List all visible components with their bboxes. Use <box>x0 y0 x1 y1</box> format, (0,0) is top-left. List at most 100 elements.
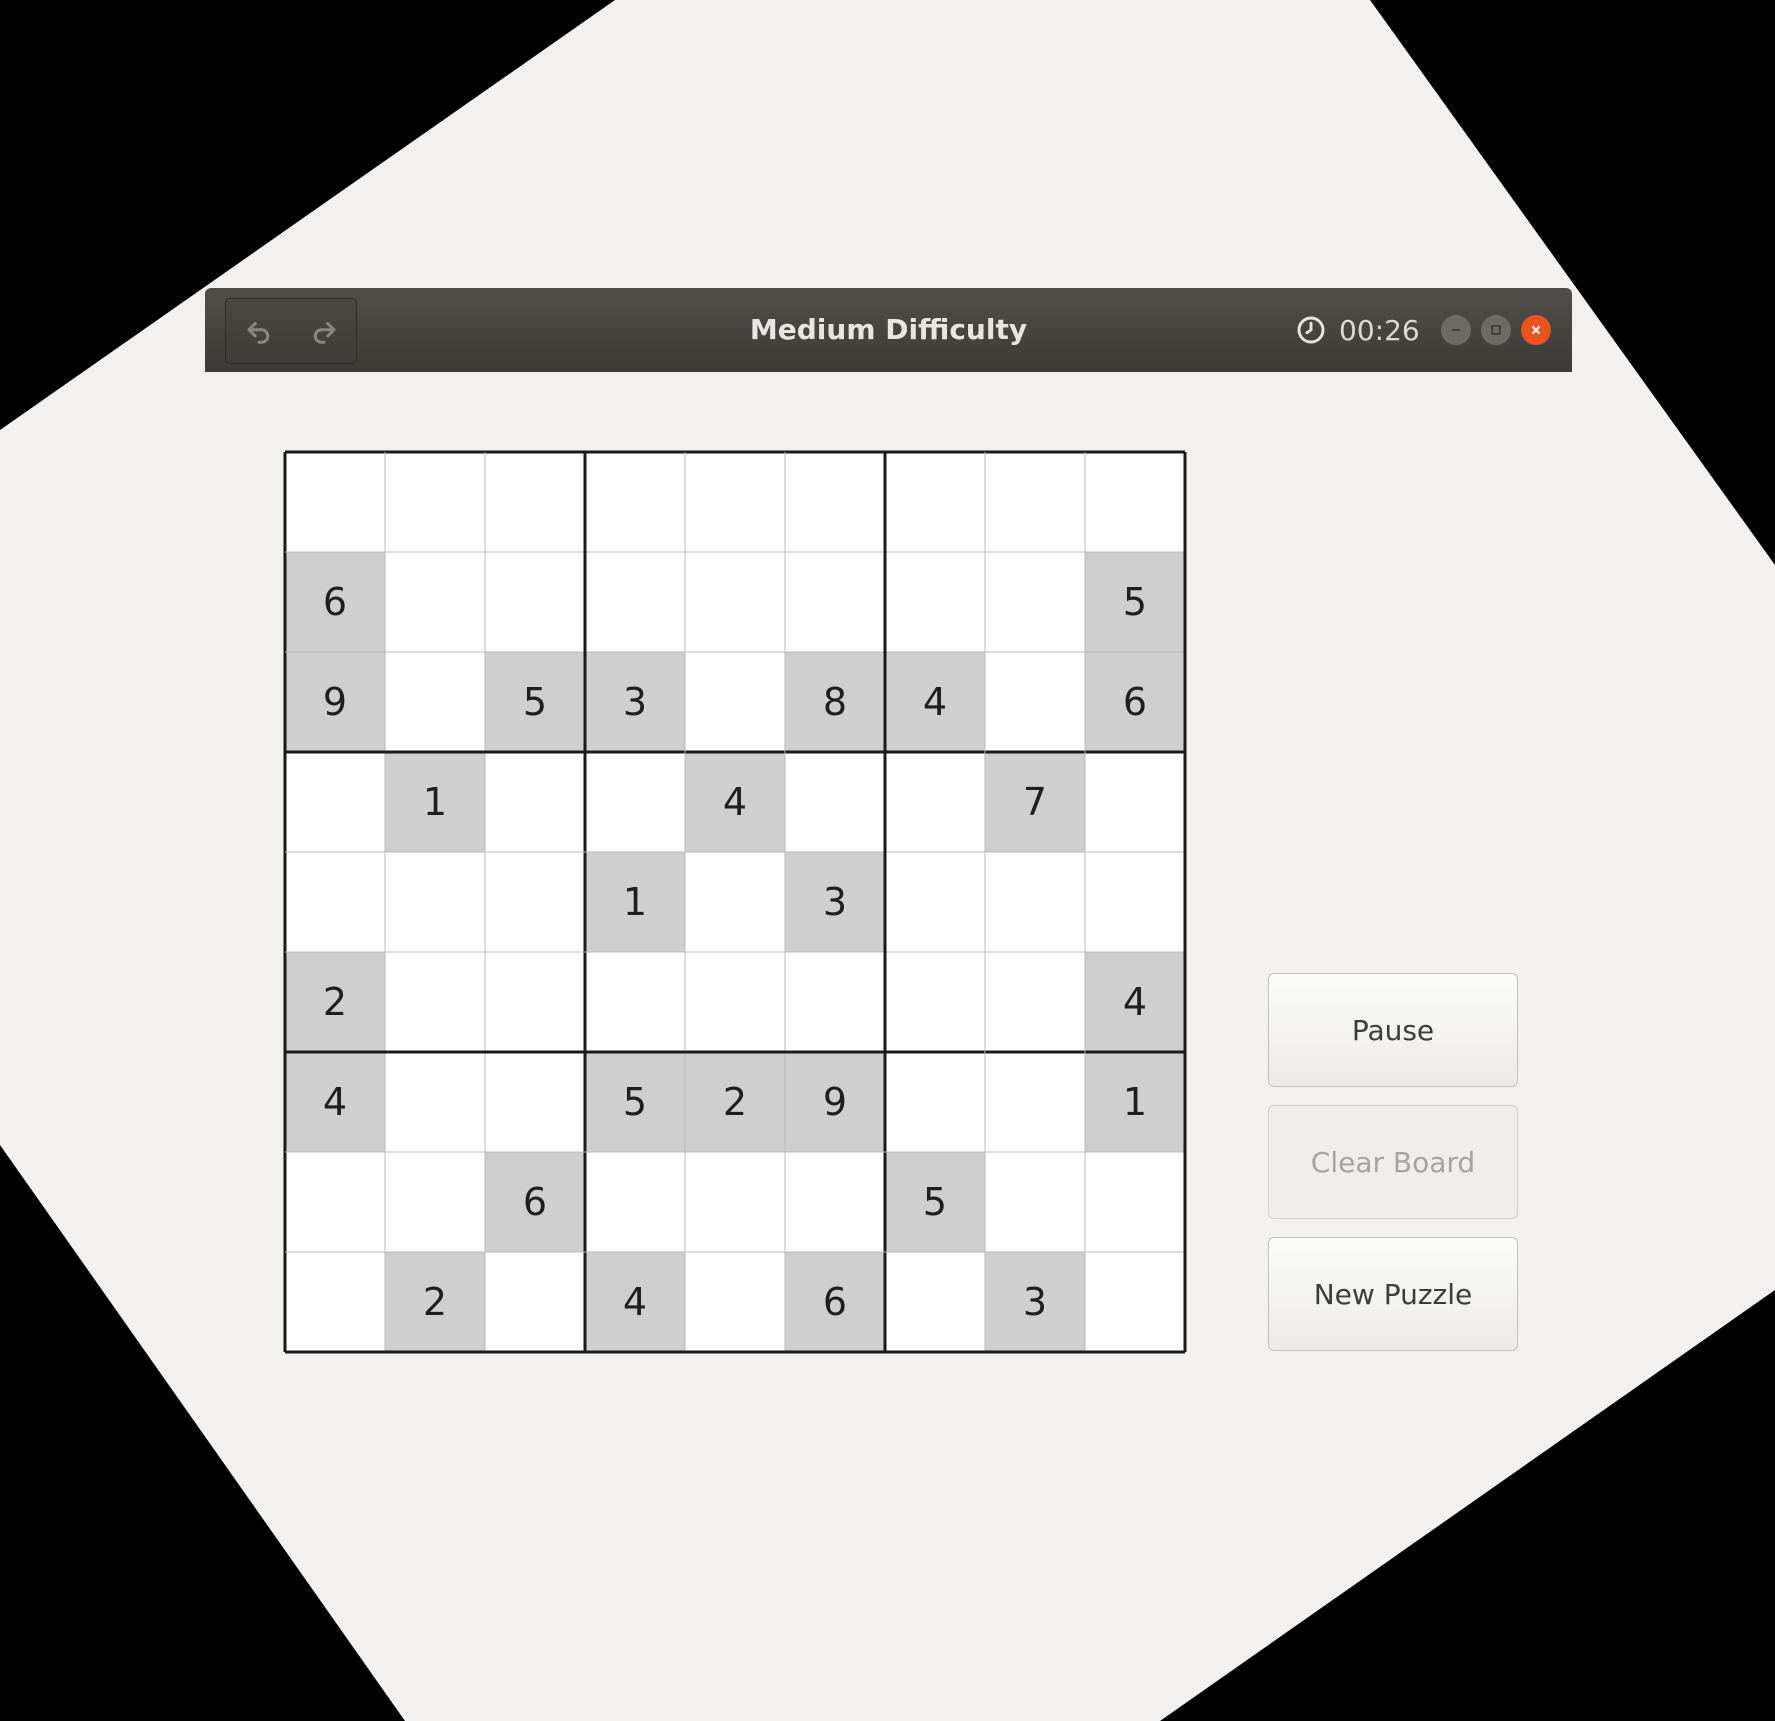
sudoku-cell-r3-c1[interactable]: 9 <box>285 652 385 752</box>
close-button[interactable] <box>1521 315 1551 345</box>
sudoku-cell-r5-c7[interactable] <box>885 852 985 952</box>
sudoku-cell-r9-c9[interactable] <box>1085 1252 1185 1352</box>
undo-redo-group <box>225 298 357 364</box>
sudoku-cell-r9-c7[interactable] <box>885 1252 985 1352</box>
sudoku-cell-r3-c7[interactable]: 4 <box>885 652 985 752</box>
undo-button[interactable] <box>226 299 291 363</box>
sudoku-cell-r3-c2[interactable] <box>385 652 485 752</box>
sudoku-cell-r8-c4[interactable] <box>585 1152 685 1252</box>
sudoku-cell-r3-c8[interactable] <box>985 652 1085 752</box>
sudoku-cell-r8-c5[interactable] <box>685 1152 785 1252</box>
sudoku-cell-r2-c8[interactable] <box>985 552 1085 652</box>
redo-icon <box>313 322 335 344</box>
sudoku-cell-r8-c7[interactable]: 5 <box>885 1152 985 1252</box>
sudoku-cell-r9-c5[interactable] <box>685 1252 785 1352</box>
sudoku-cell-r2-c3[interactable] <box>485 552 585 652</box>
sudoku-cell-r2-c7[interactable] <box>885 552 985 652</box>
sudoku-cell-r1-c9[interactable] <box>1085 452 1185 552</box>
sudoku-cell-r8-c3[interactable]: 6 <box>485 1152 585 1252</box>
clear-board-button[interactable]: Clear Board <box>1268 1105 1518 1219</box>
sudoku-cell-r9-c3[interactable] <box>485 1252 585 1352</box>
sudoku-cell-r3-c6[interactable]: 8 <box>785 652 885 752</box>
sudoku-cell-r7-c4[interactable]: 5 <box>585 1052 685 1152</box>
sudoku-cell-r1-c2[interactable] <box>385 452 485 552</box>
sudoku-cell-r4-c5[interactable]: 4 <box>685 752 785 852</box>
sudoku-cell-r1-c4[interactable] <box>585 452 685 552</box>
sudoku-cell-r9-c6[interactable]: 6 <box>785 1252 885 1352</box>
sudoku-cell-r3-c9[interactable]: 6 <box>1085 652 1185 752</box>
redo-button[interactable] <box>291 299 356 363</box>
sudoku-cell-r3-c3[interactable]: 5 <box>485 652 585 752</box>
sudoku-cell-r4-c4[interactable] <box>585 752 685 852</box>
sudoku-cell-r5-c8[interactable] <box>985 852 1085 952</box>
sudoku-cell-r8-c1[interactable] <box>285 1152 385 1252</box>
sudoku-cell-r6-c1[interactable]: 2 <box>285 952 385 1052</box>
sudoku-cell-r7-c8[interactable] <box>985 1052 1085 1152</box>
sudoku-cell-r5-c2[interactable] <box>385 852 485 952</box>
sudoku-cell-r8-c8[interactable] <box>985 1152 1085 1252</box>
sudoku-cell-r9-c4[interactable]: 4 <box>585 1252 685 1352</box>
timer-value: 00:26 <box>1339 313 1420 347</box>
sudoku-cell-r5-c9[interactable] <box>1085 852 1185 952</box>
sudoku-cell-r2-c5[interactable] <box>685 552 785 652</box>
sudoku-cell-r9-c1[interactable] <box>285 1252 385 1352</box>
sudoku-cell-r4-c8[interactable]: 7 <box>985 752 1085 852</box>
sudoku-cell-r6-c3[interactable] <box>485 952 585 1052</box>
sudoku-cell-r4-c9[interactable] <box>1085 752 1185 852</box>
sudoku-cell-r2-c1[interactable]: 6 <box>285 552 385 652</box>
sudoku-cell-r4-c7[interactable] <box>885 752 985 852</box>
undo-icon <box>247 322 269 344</box>
sudoku-cell-r6-c2[interactable] <box>385 952 485 1052</box>
sudoku-cell-r2-c9[interactable]: 5 <box>1085 552 1185 652</box>
sudoku-cell-r7-c5[interactable]: 2 <box>685 1052 785 1152</box>
sudoku-cell-r2-c6[interactable] <box>785 552 885 652</box>
sudoku-cell-r7-c9[interactable]: 1 <box>1085 1052 1185 1152</box>
sudoku-cell-r1-c7[interactable] <box>885 452 985 552</box>
sudoku-cell-r4-c3[interactable] <box>485 752 585 852</box>
minimize-icon <box>1452 329 1460 331</box>
clock-icon <box>1297 316 1325 344</box>
sudoku-cell-r1-c1[interactable] <box>285 452 385 552</box>
sudoku-cell-r2-c2[interactable] <box>385 552 485 652</box>
sudoku-cell-r5-c4[interactable]: 1 <box>585 852 685 952</box>
sudoku-cell-r7-c3[interactable] <box>485 1052 585 1152</box>
sudoku-cell-r7-c2[interactable] <box>385 1052 485 1152</box>
sudoku-cell-r4-c2[interactable]: 1 <box>385 752 485 852</box>
sudoku-cell-r5-c1[interactable] <box>285 852 385 952</box>
game-timer: 00:26 <box>1295 306 1420 354</box>
sudoku-cell-r6-c7[interactable] <box>885 952 985 1052</box>
sudoku-cell-r1-c3[interactable] <box>485 452 585 552</box>
minimize-button[interactable] <box>1441 315 1471 345</box>
sudoku-cell-r5-c3[interactable] <box>485 852 585 952</box>
maximize-button[interactable] <box>1481 315 1511 345</box>
pause-button[interactable]: Pause <box>1268 973 1518 1087</box>
sudoku-cell-r6-c9[interactable]: 4 <box>1085 952 1185 1052</box>
sudoku-cell-r3-c4[interactable]: 3 <box>585 652 685 752</box>
sudoku-board: 65953846147132445291652463 <box>283 450 1187 1354</box>
sudoku-cell-r6-c6[interactable] <box>785 952 885 1052</box>
sudoku-window: Medium Difficulty 00:26 6595 3 8 4 6 1 4… <box>0 0 1775 1721</box>
sudoku-cell-r9-c2[interactable]: 2 <box>385 1252 485 1352</box>
sudoku-cell-r1-c8[interactable] <box>985 452 1085 552</box>
sudoku-cell-r1-c6[interactable] <box>785 452 885 552</box>
sudoku-cell-r5-c6[interactable]: 3 <box>785 852 885 952</box>
sudoku-cell-r8-c6[interactable] <box>785 1152 885 1252</box>
sudoku-cell-r7-c7[interactable] <box>885 1052 985 1152</box>
sudoku-cell-r8-c9[interactable] <box>1085 1152 1185 1252</box>
sudoku-cell-r9-c8[interactable]: 3 <box>985 1252 1085 1352</box>
new-puzzle-button[interactable]: New Puzzle <box>1268 1237 1518 1351</box>
sudoku-cell-r7-c1[interactable]: 4 <box>285 1052 385 1152</box>
sudoku-cell-r7-c6[interactable]: 9 <box>785 1052 885 1152</box>
sudoku-cell-r3-c5[interactable] <box>685 652 785 752</box>
close-icon <box>1531 325 1541 335</box>
maximize-icon <box>1491 325 1501 335</box>
sudoku-cell-r5-c5[interactable] <box>685 852 785 952</box>
sudoku-cell-r4-c1[interactable] <box>285 752 385 852</box>
sudoku-cell-r6-c5[interactable] <box>685 952 785 1052</box>
sudoku-cell-r1-c5[interactable] <box>685 452 785 552</box>
sudoku-cell-r6-c8[interactable] <box>985 952 1085 1052</box>
sudoku-cell-r4-c6[interactable] <box>785 752 885 852</box>
sudoku-cell-r6-c4[interactable] <box>585 952 685 1052</box>
sudoku-cell-r8-c2[interactable] <box>385 1152 485 1252</box>
sudoku-cell-r2-c4[interactable] <box>585 552 685 652</box>
